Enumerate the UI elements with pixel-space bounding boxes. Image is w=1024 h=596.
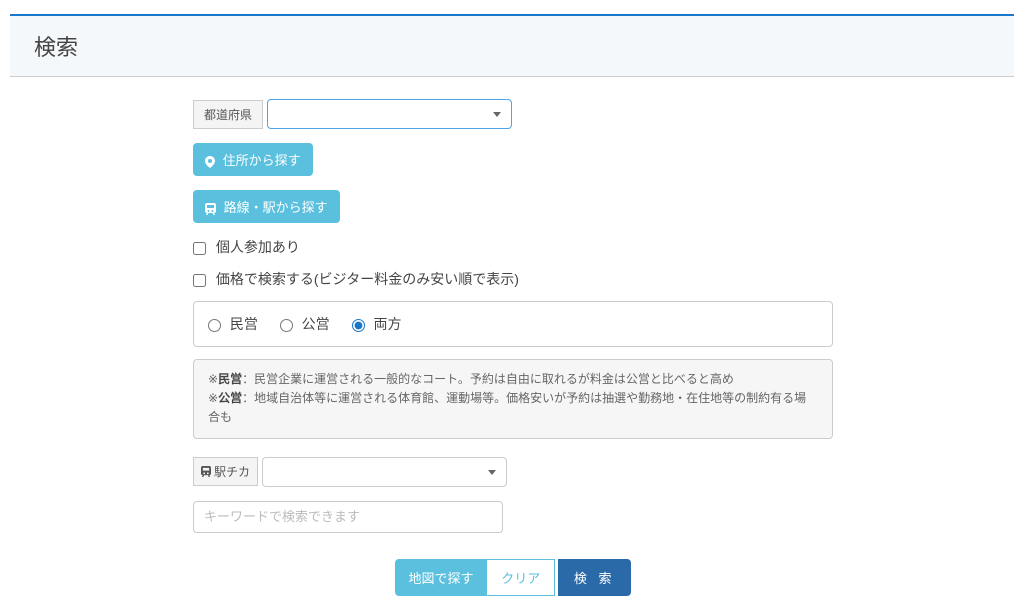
map-search-button[interactable]: 地図で探す — [395, 559, 488, 596]
individual-participation-row: 個人参加あり — [193, 237, 833, 257]
individual-participation-label: 個人参加あり — [216, 239, 300, 255]
operation-type-radio-group: 民営 公営 両方 — [208, 314, 818, 334]
address-search-row: 住所から探す — [193, 143, 833, 176]
radio-private-label: 民営 — [230, 316, 258, 332]
line-station-search-button[interactable]: 路線・駅から探す — [193, 190, 340, 223]
radio-both-label: 両方 — [373, 316, 401, 332]
pin-icon — [205, 153, 219, 168]
desc-prefix-1: ※ — [208, 372, 218, 386]
prefecture-row: 都道府県 — [193, 99, 833, 129]
private-desc-text: ：民営企業に運営される一般的なコート。予約は自由に取れるが料金は公営と比べると高… — [242, 372, 734, 386]
search-form: 都道府県 住所から探す 路線・駅から探す 個人参加あり 価格で検索する(ビジター… — [193, 99, 833, 596]
public-desc-line: ※公営：地域自治体等に運営される体育館、運動場等。価格安いが予約は抽選や勤務地・… — [208, 389, 818, 427]
station-near-label-box: 駅チカ — [193, 457, 258, 486]
radio-private-wrap[interactable]: 民営 — [208, 316, 262, 332]
operation-type-box: 民営 公営 両方 — [193, 301, 833, 347]
price-search-label-wrap[interactable]: 価格で検索する(ビジター料金のみ安い順で表示) — [193, 271, 519, 287]
prefecture-label: 都道府県 — [193, 100, 263, 129]
radio-public-wrap[interactable]: 公営 — [280, 316, 334, 332]
public-desc-label: 公営 — [218, 391, 242, 405]
line-station-row: 路線・駅から探す — [193, 190, 833, 223]
prefecture-select[interactable] — [267, 99, 512, 129]
button-bar: 地図で探す クリア 検 索 — [193, 559, 833, 596]
operation-type-desc: ※民営：民営企業に運営される一般的なコート。予約は自由に取れるが料金は公営と比べ… — [193, 359, 833, 439]
address-search-label: 住所から探す — [223, 153, 301, 168]
desc-prefix-2: ※ — [208, 391, 218, 405]
radio-public[interactable] — [280, 319, 293, 332]
address-search-button[interactable]: 住所から探す — [193, 143, 313, 176]
public-desc-text: ：地域自治体等に運営される体育館、運動場等。価格安いが予約は抽選や勤務地・在住地… — [208, 391, 806, 424]
price-search-row: 価格で検索する(ビジター料金のみ安い順で表示) — [193, 269, 833, 289]
train-icon — [205, 200, 220, 215]
private-desc-line: ※民営：民営企業に運営される一般的なコート。予約は自由に取れるが料金は公営と比べ… — [208, 370, 818, 389]
station-near-row: 駅チカ — [193, 457, 833, 487]
page-title: 検索 — [34, 30, 990, 62]
radio-both[interactable] — [352, 319, 365, 332]
individual-participation-label-wrap[interactable]: 個人参加あり — [193, 239, 300, 255]
station-near-select[interactable] — [262, 457, 507, 487]
keyword-input[interactable] — [193, 501, 503, 533]
line-station-search-label: 路線・駅から探す — [224, 200, 328, 215]
search-button[interactable]: 検 索 — [558, 559, 632, 596]
individual-participation-checkbox[interactable] — [193, 242, 206, 255]
radio-public-label: 公営 — [302, 316, 330, 332]
title-bar: 検索 — [10, 14, 1014, 77]
price-search-checkbox[interactable] — [193, 274, 206, 287]
station-near-label: 駅チカ — [214, 463, 250, 480]
train-icon — [201, 466, 211, 478]
private-desc-label: 民営 — [218, 372, 242, 386]
radio-both-wrap[interactable]: 両方 — [352, 316, 402, 332]
clear-button[interactable]: クリア — [486, 559, 555, 596]
price-search-label: 価格で検索する(ビジター料金のみ安い順で表示) — [216, 271, 519, 287]
radio-private[interactable] — [208, 319, 221, 332]
